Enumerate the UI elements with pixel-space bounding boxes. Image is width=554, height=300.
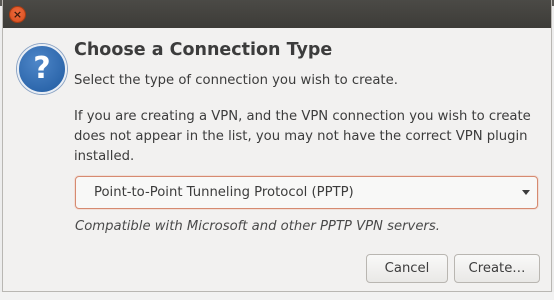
title-bar: × — [3, 0, 551, 28]
close-icon[interactable]: × — [9, 6, 26, 23]
vpn-plugin-info: If you are creating a VPN, and the VPN c… — [74, 109, 531, 164]
create-button[interactable]: Create… — [454, 254, 540, 283]
background-window-bottom — [0, 292, 554, 300]
connection-type-description: Compatible with Microsoft and other PPTP… — [75, 219, 440, 234]
connection-type-dialog: × ? Choose a Connection Type Select the … — [2, 0, 552, 292]
dialog-title: Choose a Connection Type — [74, 40, 333, 60]
cancel-button[interactable]: Cancel — [366, 254, 448, 283]
chevron-down-icon — [522, 190, 530, 195]
help-icon: ? — [17, 44, 67, 94]
dialog-subtitle: Select the type of connection you wish t… — [74, 73, 398, 88]
connection-type-dropdown[interactable]: Point-to-Point Tunneling Protocol (PPTP) — [75, 176, 538, 209]
connection-type-selected: Point-to-Point Tunneling Protocol (PPTP) — [94, 185, 354, 200]
